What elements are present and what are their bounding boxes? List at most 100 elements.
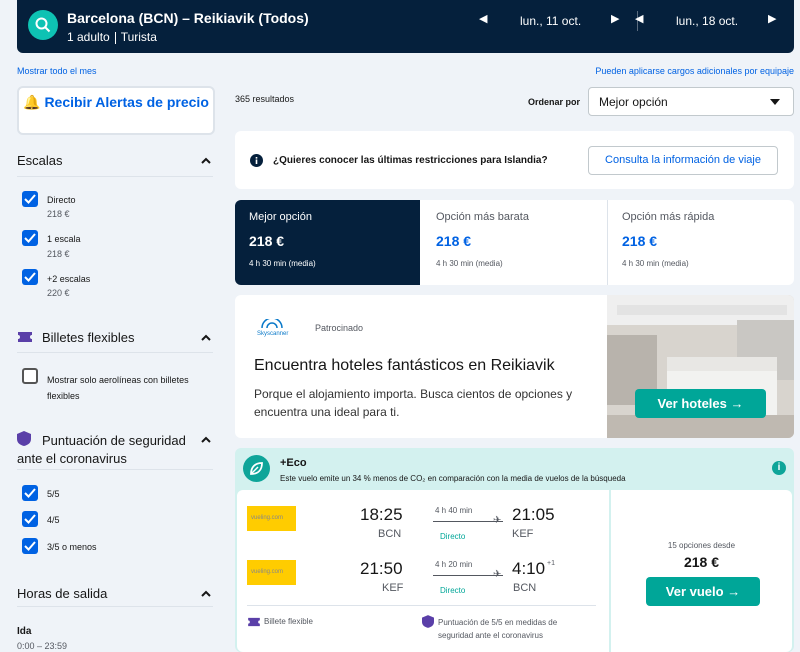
- travel-info-button[interactable]: Consulta la información de viaje: [588, 146, 778, 175]
- cabin-class: Turista: [120, 30, 157, 44]
- tab-fastest-price: 218 €: [622, 233, 658, 249]
- outbound-duration: 4 h 40 min: [435, 506, 473, 515]
- eco-info-icon[interactable]: i: [772, 461, 786, 475]
- stops-two-plus-label: +2 escalas: [47, 274, 91, 284]
- view-flight-button[interactable]: Ver vuelo →: [646, 577, 760, 606]
- baggage-fees-link[interactable]: Pueden aplicarse cargos adicionales por …: [595, 66, 794, 76]
- leaf-icon: [250, 462, 263, 475]
- flexible-ticket-tag: Billete flexible: [264, 617, 313, 626]
- safety-3-label: 3/5 o menos: [47, 542, 97, 552]
- travel-info-card: ¿Quieres conocer las últimas restriccion…: [235, 131, 794, 189]
- divider: [17, 606, 213, 607]
- search-summary-header: Barcelona (BCN) – Reikiavik (Todos) 1 ad…: [17, 0, 794, 53]
- stops-two-plus-checkbox[interactable]: [22, 269, 38, 285]
- travel-info-question: ¿Quieres conocer las últimas restriccion…: [273, 155, 548, 166]
- safety-4-checkbox[interactable]: [22, 511, 38, 527]
- plane-icon: ✈: [493, 515, 502, 526]
- flexible-only-checkbox[interactable]: [22, 368, 38, 384]
- outbound-arr-time: 21:05: [512, 505, 555, 524]
- chevron-up-icon[interactable]: [201, 333, 211, 343]
- flexible-filter-title[interactable]: Billetes flexibles: [42, 330, 135, 345]
- search-button[interactable]: [28, 10, 58, 40]
- inbound-stops: Directo: [440, 586, 466, 595]
- safety-4-label: 4/5: [47, 515, 60, 525]
- stops-direct-price: 218 €: [47, 209, 70, 219]
- stops-direct-checkbox[interactable]: [22, 191, 38, 207]
- show-month-link[interactable]: Mostrar todo el mes: [17, 66, 97, 76]
- airline-logo: vueling.com: [247, 506, 296, 531]
- flight-price: 218 €: [683, 554, 720, 570]
- prev-depart-date-button[interactable]: ◀: [479, 12, 487, 25]
- safety-filter-title[interactable]: Puntuación de seguridad ante el coronavi…: [17, 432, 197, 468]
- route-title[interactable]: Barcelona (BCN) – Reikiavik (Todos): [67, 10, 309, 26]
- check-icon: [24, 194, 36, 204]
- stops-two-plus-price: 220 €: [47, 288, 70, 298]
- ad-description: Porque el alojamiento importa. Busca cie…: [254, 387, 573, 419]
- tab-fastest[interactable]: Opción más rápida 218 € 4 h 30 min (medi…: [608, 200, 794, 285]
- check-icon: [24, 541, 36, 551]
- safety-score-tag: Puntuación de 5/5 en medidas de segurida…: [438, 618, 558, 640]
- chevron-up-icon[interactable]: [201, 156, 211, 166]
- departure-filter-title[interactable]: Horas de salida: [17, 586, 107, 601]
- depart-date[interactable]: lun., 11 oct.: [520, 14, 581, 28]
- departure-leg-label: Ida: [17, 626, 32, 637]
- tab-best-label: Mejor opción: [249, 211, 312, 223]
- inbound-arr-time: 4:10: [512, 559, 546, 578]
- flexible-only-label: Mostrar solo aerolíneas con billetes fle…: [47, 375, 189, 401]
- price-panel: 15 opciones desde 218 € Ver vuelo →: [611, 490, 792, 652]
- price-alert-button[interactable]: 🔔 Recibir Alertas de precio: [17, 86, 215, 135]
- tab-cheapest[interactable]: Opción más barata 218 € 4 h 30 min (medi…: [422, 200, 607, 285]
- next-return-date-button[interactable]: ▶: [768, 12, 776, 25]
- chevron-up-icon[interactable]: [201, 589, 211, 599]
- tab-fastest-duration: 4 h 30 min (media): [622, 259, 689, 268]
- stops-one-label: 1 escala: [47, 234, 81, 244]
- stops-direct-label: Directo: [47, 195, 76, 205]
- check-icon: [24, 514, 36, 524]
- tab-best-price: 218 €: [249, 233, 285, 249]
- sort-select[interactable]: Mejor opción: [588, 87, 794, 116]
- tab-cheapest-label: Opción más barata: [436, 211, 529, 223]
- check-icon: [24, 272, 36, 282]
- sort-value: Mejor opción: [599, 95, 668, 109]
- leaf-badge: [243, 455, 270, 482]
- view-hotels-button[interactable]: Ver hoteles →: [635, 389, 766, 418]
- next-day-indicator: +1: [547, 560, 555, 567]
- outbound-dep-airport: BCN: [378, 528, 402, 540]
- safety-3-checkbox[interactable]: [22, 538, 38, 554]
- check-icon: [24, 233, 36, 243]
- divider: [17, 469, 213, 470]
- divider: [247, 605, 596, 606]
- bell-icon: 🔔: [23, 94, 41, 110]
- tab-fastest-label: Opción más rápida: [622, 211, 715, 223]
- sort-label: Ordenar por: [528, 97, 581, 107]
- flight-result[interactable]: vueling.com 18:25 BCN 4 h 40 min ✈ Direc…: [237, 490, 609, 652]
- inbound-dep-airport: KEF: [382, 582, 404, 594]
- tab-cheapest-duration: 4 h 30 min (media): [436, 259, 503, 268]
- return-date[interactable]: lun., 18 oct.: [676, 14, 738, 28]
- stops-one-price: 218 €: [47, 249, 70, 259]
- next-depart-date-button[interactable]: ▶: [611, 12, 619, 25]
- outbound-stops: Directo: [440, 532, 466, 541]
- stops-one-checkbox[interactable]: [22, 230, 38, 246]
- ad-title: Encuentra hoteles fantásticos en Reikiav…: [254, 357, 555, 374]
- inbound-duration: 4 h 20 min: [435, 560, 473, 569]
- prev-return-date-button[interactable]: ◀: [635, 12, 643, 25]
- results-count: 365 resultados: [235, 94, 295, 104]
- skyscanner-logo: Skyscanner: [257, 317, 288, 337]
- tab-cheapest-price: 218 €: [436, 233, 472, 249]
- tab-best[interactable]: Mejor opción 218 € 4 h 30 min (media): [235, 200, 420, 285]
- inbound-dep-time: 21:50: [360, 559, 403, 578]
- divider: [17, 176, 213, 177]
- search-icon: [35, 17, 51, 33]
- safety-5-label: 5/5: [47, 489, 60, 499]
- divider: [17, 352, 213, 353]
- airline-logo: vueling.com: [247, 560, 296, 585]
- safety-5-checkbox[interactable]: [22, 485, 38, 501]
- hotel-ad-card[interactable]: Skyscanner Patrocinado Encuentra hoteles…: [235, 295, 794, 438]
- stops-filter-title[interactable]: Escalas: [17, 153, 63, 168]
- caret-down-icon: [770, 99, 780, 105]
- departure-range: 0:00 – 23:59: [17, 641, 68, 651]
- travellers-cabin[interactable]: 1 adulto Turista: [67, 30, 157, 44]
- chevron-up-icon[interactable]: [201, 435, 211, 445]
- tab-best-duration: 4 h 30 min (media): [249, 259, 316, 268]
